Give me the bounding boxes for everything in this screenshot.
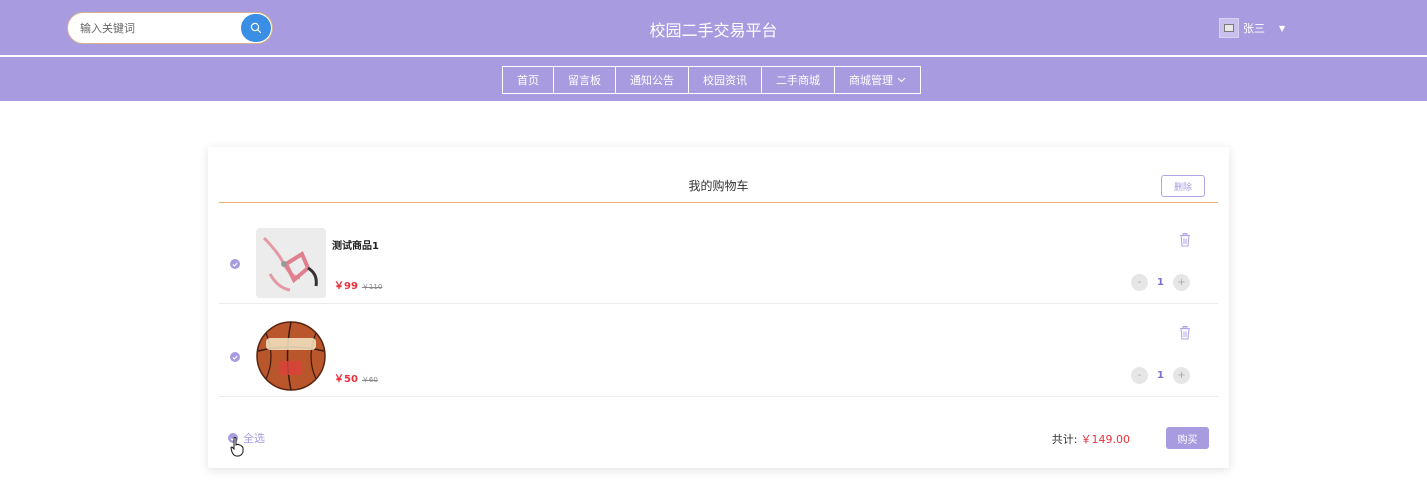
trash-icon[interactable] [1179, 326, 1191, 340]
cart-footer: 全选 共计: ￥149.00 购买 [219, 427, 1218, 449]
broken-image-icon [1224, 24, 1234, 32]
cart-header: 我的购物车 删除 [219, 147, 1218, 203]
current-price: ￥50 [334, 374, 358, 385]
cart-title: 我的购物车 [688, 179, 749, 193]
product-image[interactable] [256, 321, 326, 391]
product-price: ￥99 ￥110 [334, 277, 382, 292]
basketball-image [256, 321, 326, 391]
total-value: ￥149.00 [1080, 433, 1131, 446]
quantity-value: 1 [1157, 370, 1164, 381]
nav-item-notices[interactable]: 通知公告 [616, 67, 689, 93]
nav-item-label: 商城管理 [849, 74, 893, 87]
select-all-label: 全选 [243, 432, 265, 445]
username: 张三 [1243, 22, 1265, 35]
quantity-stepper: - 1 + [1131, 274, 1190, 291]
increase-quantity-button[interactable]: + [1172, 274, 1190, 291]
quantity-value: 1 [1157, 277, 1164, 288]
avatar[interactable] [1219, 18, 1239, 38]
product-image[interactable] [256, 228, 326, 298]
pink-leash-image [256, 228, 326, 298]
user-menu[interactable]: 张三 ▼ [1219, 18, 1285, 38]
check-icon [232, 355, 238, 360]
delete-selected-button[interactable]: 删除 [1161, 175, 1205, 197]
nav-item-home[interactable]: 首页 [503, 67, 554, 93]
nav-item-second-hand-mall[interactable]: 二手商城 [762, 67, 835, 93]
nav-item-label: 通知公告 [630, 74, 674, 87]
nav-item-mall-management[interactable]: 商城管理 [835, 67, 920, 93]
nav-item-label: 首页 [517, 74, 539, 87]
buy-button[interactable]: 购买 [1166, 427, 1209, 449]
nav-item-label: 校园资讯 [703, 74, 747, 87]
nav-item-campus-news[interactable]: 校园资讯 [689, 67, 762, 93]
original-price: ￥60 [361, 376, 378, 384]
product-price: ￥50 ￥60 [334, 370, 378, 385]
cart-item: ￥50 ￥60 - 1 + [219, 304, 1218, 397]
decrease-quantity-button[interactable]: - [1131, 367, 1148, 384]
check-icon [232, 262, 238, 267]
decrease-quantity-button[interactable]: - [1131, 274, 1148, 291]
caret-down-icon[interactable]: ▼ [1279, 24, 1285, 33]
current-price: ￥99 [334, 281, 358, 292]
cart-total: 共计: ￥149.00 [1052, 431, 1130, 447]
chevron-down-icon [897, 77, 906, 83]
nav-item-label: 留言板 [568, 74, 601, 87]
hand-cursor-icon [230, 437, 244, 457]
item-checkbox[interactable] [230, 259, 240, 269]
site-title: 校园二手交易平台 [649, 21, 778, 40]
original-price: ￥110 [361, 283, 383, 291]
nav-bar: 首页 留言板 通知公告 校园资讯 二手商城 商城管理 [0, 56, 1427, 101]
item-checkbox[interactable] [230, 352, 240, 362]
top-header: 校园二手交易平台 张三 ▼ [0, 0, 1427, 55]
nav-item-label: 二手商城 [776, 74, 820, 87]
nav-menu: 首页 留言板 通知公告 校园资讯 二手商城 商城管理 [502, 66, 921, 94]
total-label: 共计: [1051, 433, 1078, 446]
quantity-stepper: - 1 + [1131, 367, 1190, 384]
cart-item: 测试商品1 ￥99 ￥110 - 1 + [219, 211, 1218, 304]
cart-panel: 我的购物车 删除 测试商品1 ￥99 ￥110 - 1 + ￥50 ￥60 - … [208, 147, 1229, 468]
increase-quantity-button[interactable]: + [1172, 367, 1190, 384]
nav-item-message-board[interactable]: 留言板 [554, 67, 616, 93]
trash-icon[interactable] [1179, 233, 1191, 247]
product-name: 测试商品1 [332, 241, 379, 252]
